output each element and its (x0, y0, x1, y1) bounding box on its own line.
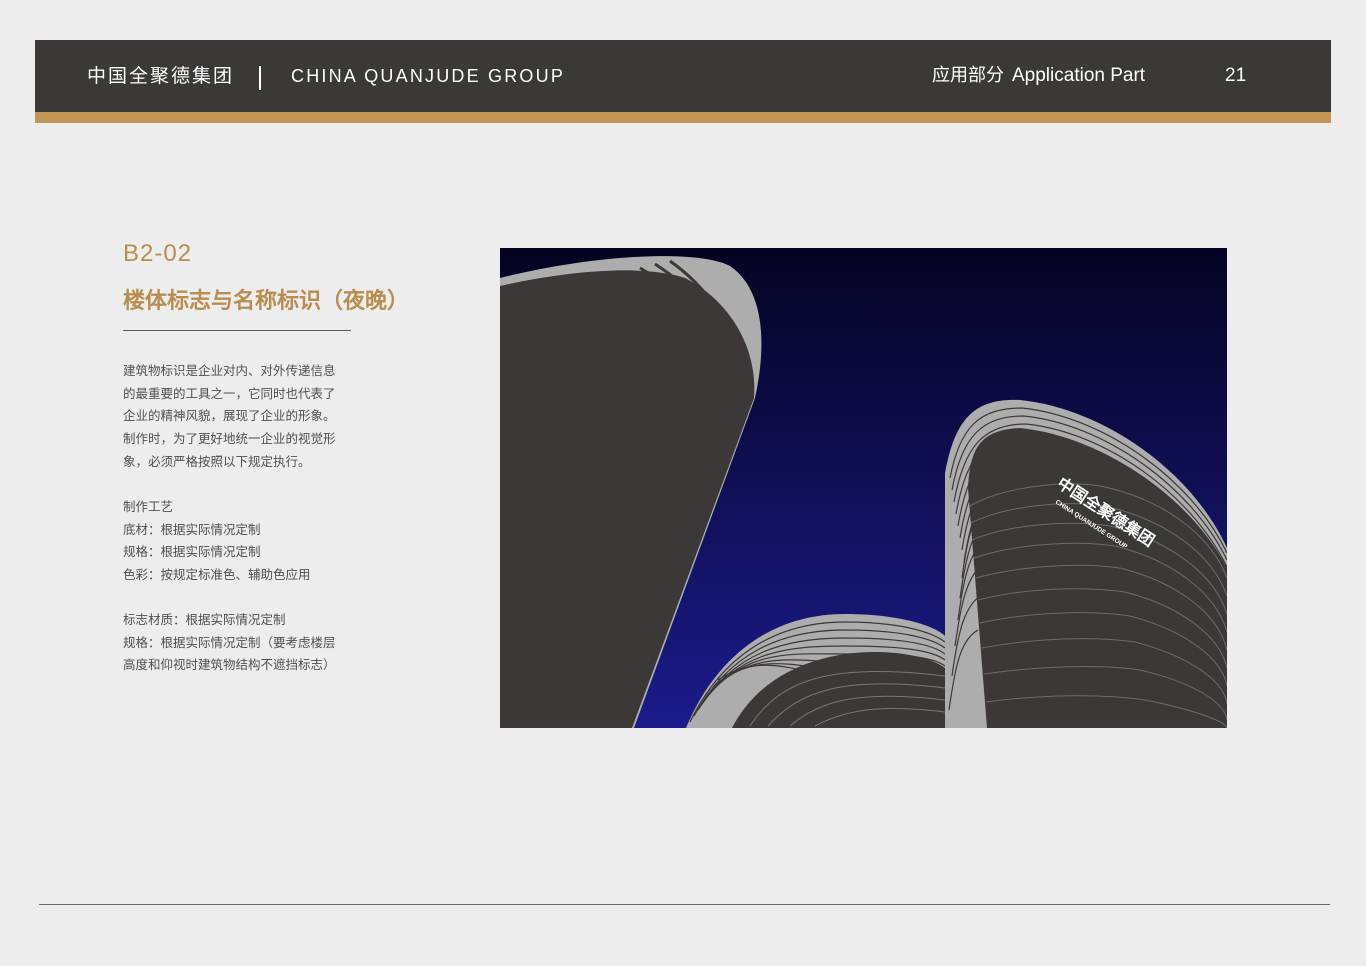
header-divider (259, 66, 261, 90)
text-line: 规格：根据实际情况定制 (123, 544, 261, 560)
text-line: 建筑物标识是企业对内、对外传递信息 (123, 363, 336, 378)
text-line: 的最重要的工具之一，它同时也代表了 (123, 385, 336, 401)
section-label: 应用部分 Application Part (932, 40, 1145, 112)
description-paragraph: 建筑物标识是企业对内、对外传递信息 的最重要的工具之一，它同时也代表了 企业的精… (123, 360, 355, 474)
text-line: 标志材质：根据实际情况定制 (123, 612, 286, 627)
production-specs: 制作工艺 底材：根据实际情况定制 规格：根据实际情况定制 色彩：按规定标准色、辅… (123, 496, 355, 587)
building-night-illustration: 中国全聚德集团 CHINA QUANJUDE GROUP (500, 248, 1227, 728)
page-header: 中国全聚德集团 CHINA QUANJUDE GROUP 应用部分 Applica… (35, 40, 1331, 112)
text-line: 制作时，为了更好地统一企业的视觉形 (123, 431, 336, 447)
logo-specs: 标志材质：根据实际情况定制 规格：根据实际情况定制（要考虑楼层 高度和仰视时建筑… (123, 609, 355, 677)
page-number: 21 (1225, 65, 1247, 86)
title-divider (123, 330, 351, 331)
header-accent-bar (35, 112, 1331, 123)
text-line: 规格：根据实际情况定制（要考虑楼层 (123, 634, 336, 650)
page-title: 楼体标志与名称标识（夜晚） (123, 289, 410, 314)
brand-name-en: CHINA QUANJUDE GROUP (291, 66, 566, 86)
text-line: 高度和仰视时建筑物结构不遮挡标志） (123, 657, 336, 673)
text-line: 色彩：按规定标准色、辅助色应用 (123, 567, 311, 583)
text-line: 底材：根据实际情况定制 (123, 521, 261, 537)
section-label-en: Application Part (1012, 65, 1146, 86)
section-code: B2-02 (123, 240, 193, 267)
text-line: 企业的精神风貌，展现了企业的形象。 (123, 408, 336, 424)
section-label-cn: 应用部分 (932, 65, 1004, 86)
text-line: 象，必须严格按照以下规定执行。 (123, 453, 311, 469)
brand-name-cn: 中国全聚德集团 (87, 65, 235, 87)
text-line: 制作工艺 (123, 499, 174, 514)
footer-divider (39, 904, 1330, 905)
